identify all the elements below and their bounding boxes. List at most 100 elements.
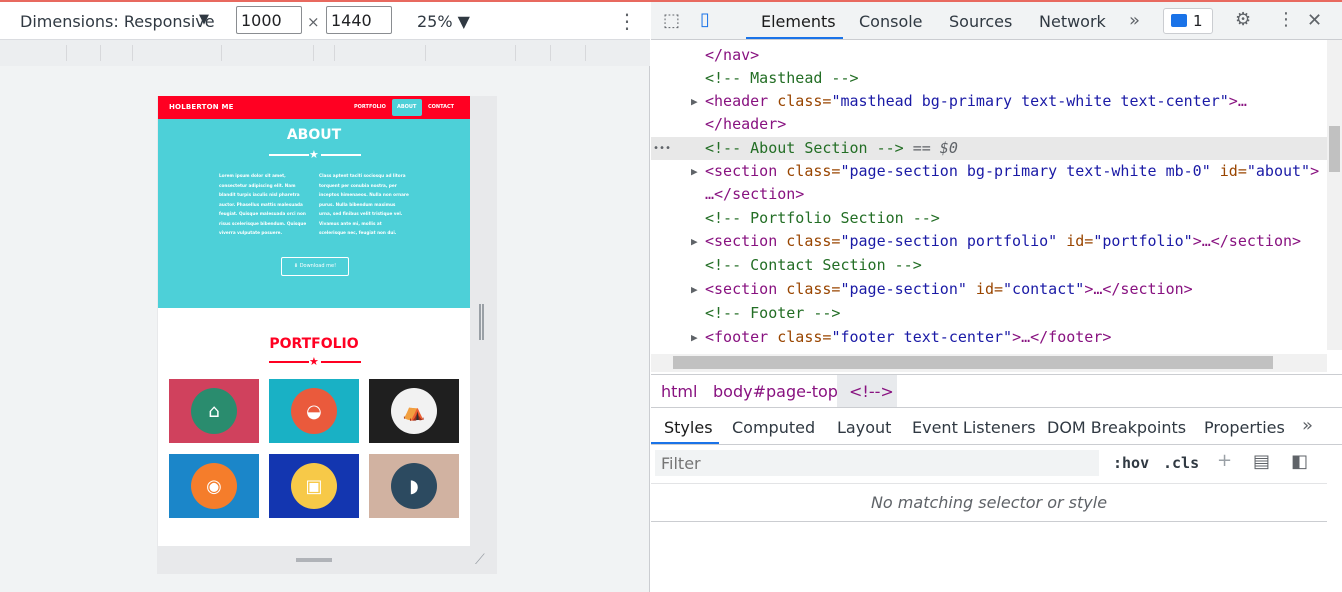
- dom-value: "masthead bg-primary text-white text-cen…: [831, 92, 1229, 110]
- dom-line[interactable]: <!-- Portfolio Section -->: [651, 207, 1327, 230]
- subtab-dom-breakpoints[interactable]: DOM Breakpoints: [1047, 418, 1186, 437]
- more-subtabs-icon[interactable]: »: [1302, 415, 1313, 436]
- more-options-icon[interactable]: ⋮: [617, 9, 637, 33]
- star-icon: ★: [309, 148, 319, 161]
- height-input[interactable]: [326, 6, 392, 34]
- more-tabs-icon[interactable]: »: [1129, 10, 1140, 31]
- about-heading: ABOUT: [286, 127, 342, 143]
- dom-line[interactable]: …</section>: [651, 183, 1327, 206]
- dom-line[interactable]: </header>: [651, 113, 1327, 136]
- active-tab-indicator: [746, 37, 843, 39]
- breadcrumb-html[interactable]: html: [661, 382, 697, 401]
- new-style-rule-icon[interactable]: +: [1217, 450, 1232, 471]
- dom-vertical-scrollbar[interactable]: [1327, 40, 1342, 350]
- subtab-computed[interactable]: Computed: [732, 418, 815, 437]
- dom-tree: </nav> <!-- Masthead --> ▶ <header class=…: [651, 40, 1327, 350]
- device-toolbar-icon[interactable]: ▯: [700, 9, 710, 30]
- expand-triangle-icon[interactable]: ▶: [691, 160, 698, 183]
- issues-icon: [1171, 14, 1187, 27]
- site-brand[interactable]: HOLBERTON ME: [169, 103, 234, 111]
- dom-attr: id=: [1057, 232, 1094, 250]
- tab-network[interactable]: Network: [1039, 12, 1106, 31]
- portfolio-tile-submarine[interactable]: ◗: [369, 454, 459, 518]
- side-resize-handle[interactable]: [479, 304, 484, 340]
- portfolio-tile-game[interactable]: ◉: [169, 454, 259, 518]
- dom-attr: class=: [777, 280, 841, 298]
- hov-toggle[interactable]: :hov: [1113, 454, 1149, 472]
- dom-line[interactable]: ▶ <section class="page-section portfolio"…: [651, 230, 1327, 253]
- expand-triangle-icon[interactable]: ▶: [691, 230, 698, 253]
- devtools-panel: ⬚ ▯ Elements Console Sources Network » 1…: [651, 2, 1342, 592]
- dom-tag-end: >…: [1228, 92, 1247, 110]
- width-input[interactable]: [236, 6, 302, 34]
- portfolio-tile-safe[interactable]: ▣: [269, 454, 359, 518]
- dom-tag-end: >…</footer>: [1012, 328, 1112, 346]
- dom-line[interactable]: <!-- Footer -->: [651, 302, 1327, 325]
- tab-console[interactable]: Console: [859, 12, 923, 31]
- nav-link-portfolio[interactable]: PORTFOLIO: [354, 104, 386, 110]
- dimensions-caret-icon[interactable]: ▼: [199, 12, 209, 27]
- bottom-resize-handle[interactable]: [296, 558, 332, 562]
- cabin-icon: ⌂: [191, 388, 237, 434]
- dom-line[interactable]: ▶ <section class="page-section bg-primary…: [651, 160, 1327, 183]
- about-text-right: Class aptent taciti sociosqu ad litora t…: [319, 173, 409, 235]
- dom-selected-marker: == $0: [903, 139, 958, 157]
- styles-scrollbar[interactable]: [1327, 445, 1342, 592]
- dom-line[interactable]: <!-- Masthead -->: [651, 67, 1327, 90]
- portfolio-tile-cabin[interactable]: ⌂: [169, 379, 259, 443]
- dom-tag: <section: [705, 162, 778, 180]
- divider-line: [321, 154, 361, 156]
- close-icon[interactable]: ✕: [1307, 10, 1322, 31]
- nav-link-contact[interactable]: CONTACT: [428, 104, 454, 110]
- empty-styles-message: No matching selector or style: [651, 483, 1327, 522]
- settings-gear-icon[interactable]: ⚙: [1235, 9, 1251, 30]
- expand-triangle-icon[interactable]: ▶: [691, 90, 698, 113]
- tab-sources[interactable]: Sources: [949, 12, 1012, 31]
- portfolio-tile-circus[interactable]: ⛺: [369, 379, 459, 443]
- page-viewport[interactable]: HOLBERTON ME PORTFOLIO ABOUT CONTACT ABO…: [158, 96, 470, 546]
- portfolio-tile-cake[interactable]: ◒: [269, 379, 359, 443]
- breadcrumb-comment[interactable]: <!-->: [849, 382, 894, 401]
- customize-more-icon[interactable]: ⋮: [1277, 9, 1295, 30]
- dom-line[interactable]: ▶ <header class="masthead bg-primary text…: [651, 90, 1327, 113]
- nav-link-about[interactable]: ABOUT: [397, 104, 416, 110]
- inspect-element-icon[interactable]: ⬚: [663, 10, 680, 31]
- subtab-event-listeners[interactable]: Event Listeners: [912, 418, 1036, 437]
- dom-line[interactable]: <!-- Contact Section -->: [651, 254, 1327, 277]
- dimensions-dropdown[interactable]: Dimensions: Responsive: [20, 12, 215, 31]
- dom-line[interactable]: ▶ <footer class="footer text-center">…</f…: [651, 326, 1327, 349]
- scrollbar-thumb[interactable]: [673, 356, 1273, 369]
- circus-icon: ⛺: [391, 388, 437, 434]
- subtab-properties[interactable]: Properties: [1204, 418, 1285, 437]
- dom-value: "portfolio": [1093, 232, 1193, 250]
- dom-text: </header>: [705, 115, 787, 133]
- scrollbar-thumb[interactable]: [1329, 126, 1340, 172]
- subtab-styles[interactable]: Styles: [664, 418, 713, 437]
- cls-toggle[interactable]: .cls: [1163, 454, 1199, 472]
- expand-triangle-icon[interactable]: ▶: [691, 326, 698, 349]
- dom-comment: <!-- Footer -->: [705, 304, 841, 322]
- styles-filter-input[interactable]: [655, 450, 1099, 476]
- dom-attr: class=: [768, 328, 832, 346]
- subtab-layout[interactable]: Layout: [837, 418, 891, 437]
- corner-resize-handle[interactable]: ⟋: [475, 552, 485, 568]
- ellipsis-icon[interactable]: •••: [653, 137, 671, 160]
- computed-styles-sidebar-icon[interactable]: ▤: [1253, 451, 1270, 472]
- expand-triangle-icon[interactable]: ▶: [691, 278, 698, 301]
- issues-count: 1: [1193, 12, 1203, 30]
- dom-line[interactable]: </nav>: [651, 44, 1327, 67]
- divider-line: [321, 361, 361, 363]
- toggle-sidebar-icon[interactable]: ◧: [1291, 451, 1308, 472]
- issues-button[interactable]: 1: [1163, 8, 1213, 34]
- dom-tag-end: >…</section>: [1084, 280, 1193, 298]
- dom-horizontal-scrollbar[interactable]: [651, 354, 1327, 372]
- zoom-dropdown[interactable]: 25% ▼: [417, 12, 470, 31]
- dom-line[interactable]: ▶ <section class="page-section" id="conta…: [651, 278, 1327, 301]
- dom-attr: class=: [777, 232, 841, 250]
- dom-tag: <footer: [705, 328, 769, 346]
- tab-elements[interactable]: Elements: [761, 12, 836, 31]
- dom-line-selected[interactable]: ••• <!-- About Section --> == $0: [651, 137, 1327, 160]
- media-query-ruler[interactable]: [0, 40, 650, 66]
- breadcrumb-body[interactable]: body#page-top: [713, 382, 838, 401]
- download-button[interactable]: ⬇ Download me!: [281, 257, 349, 276]
